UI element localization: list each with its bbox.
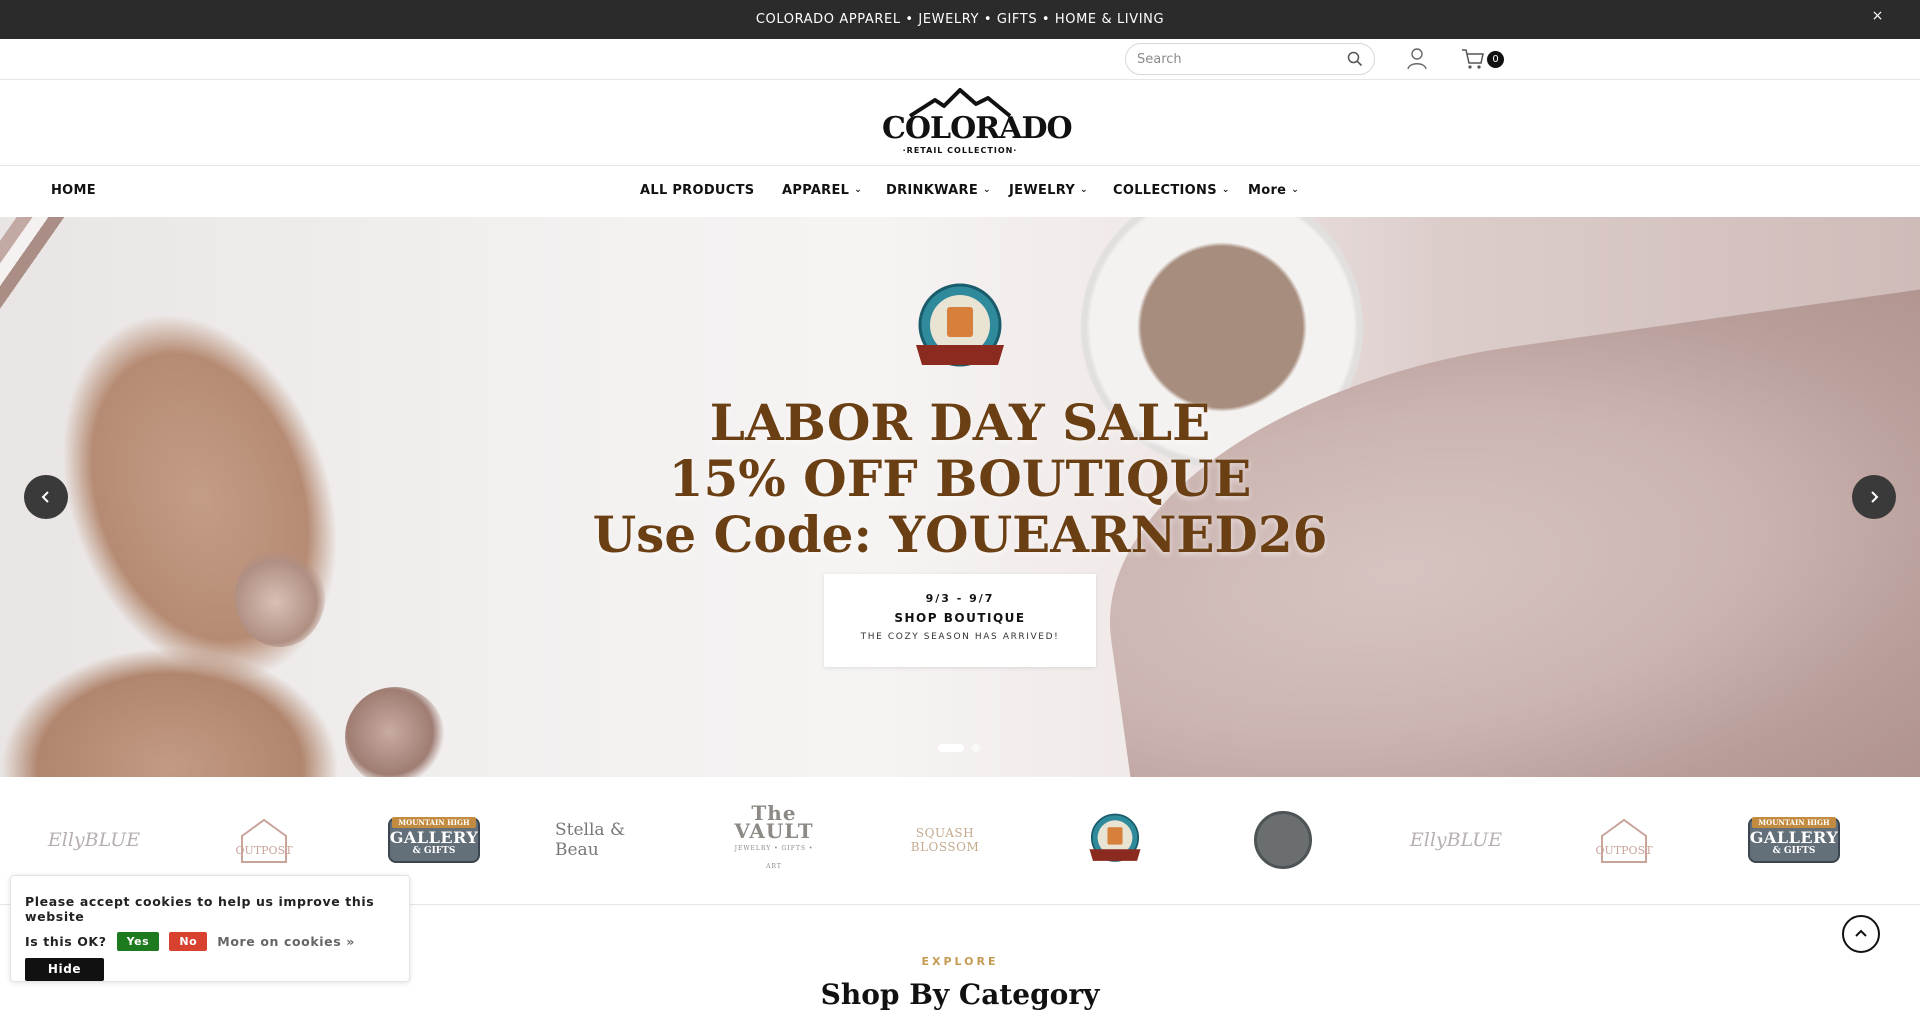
- announcement-bar: COLORADO APPAREL • JEWELRY • GIFTS • HOM…: [0, 0, 1920, 39]
- chevron-down-icon: ⌄: [1221, 184, 1230, 195]
- utility-bar: 0: [0, 39, 1920, 80]
- trading-post-badge: [910, 279, 1010, 379]
- chevron-down-icon: ⌄: [1080, 184, 1088, 195]
- cookie-yes-button[interactable]: Yes: [116, 932, 160, 951]
- chevron-down-icon: ⌄: [983, 184, 991, 195]
- nav-apparel[interactable]: APPAREL ⌄: [782, 183, 862, 198]
- search-box: [1125, 43, 1375, 75]
- cart-count-badge: 0: [1487, 51, 1504, 68]
- brand-logo-ellyblue[interactable]: EllyBLUE: [1410, 809, 1502, 871]
- chevron-down-icon: ⌄: [1291, 184, 1300, 195]
- cookie-no-button[interactable]: No: [169, 932, 208, 951]
- more-on-cookies-link[interactable]: More on cookies »: [217, 934, 355, 949]
- hero-tagline: THE COZY SEASON HAS ARRIVED!: [860, 632, 1060, 642]
- chevron-right-icon: [1871, 491, 1879, 503]
- cookie-hide-button[interactable]: Hide: [25, 958, 104, 981]
- slider-dots: [938, 744, 980, 752]
- hero-slider: LABOR DAY SALE 15% OFF BOUTIQUE Use Code…: [0, 217, 1920, 777]
- nav-all-products[interactable]: ALL PRODUCTS: [640, 183, 754, 198]
- brand-logo-the-vault[interactable]: The VAULT JEWELRY • GIFTS • ART: [726, 803, 822, 871]
- search-input[interactable]: [1137, 51, 1346, 67]
- chevron-up-icon: [1855, 929, 1867, 937]
- hero-headline: LABOR DAY SALE 15% OFF BOUTIQUE Use Code…: [560, 395, 1360, 563]
- search-icon[interactable]: [1346, 50, 1364, 68]
- nav-home[interactable]: HOME: [51, 183, 96, 198]
- nav-drinkware[interactable]: DRINKWARE ⌄: [886, 183, 991, 198]
- brand-logo-ellyblue[interactable]: EllyBLUE: [48, 809, 140, 871]
- brand-logo-stella-beau[interactable]: Stella & Beau: [555, 809, 655, 871]
- brand-logo-squash-blossom[interactable]: SQUASH BLOSSOM: [895, 809, 995, 871]
- announcement-text: COLORADO APPAREL • JEWELRY • GIFTS • HOM…: [755, 12, 1165, 27]
- brand-logo-manitou-outpost[interactable]: OUTPOST: [218, 809, 310, 871]
- slider-prev-button[interactable]: [24, 475, 68, 519]
- sale-dates: 9/3 - 9/7: [925, 592, 995, 605]
- acorn-image: [235, 547, 325, 647]
- brand-logo-mountain-high-gallery[interactable]: MOUNTAIN HIGH GALLERY & GIFTS: [1748, 809, 1840, 871]
- site-logo[interactable]: COLORADO ·RETAIL COLLECTION·: [880, 86, 1073, 160]
- close-icon[interactable]: ×: [1872, 8, 1884, 24]
- mountain-high-gallery-logo: MOUNTAIN HIGH GALLERY & GIFTS: [388, 816, 480, 863]
- nav-more[interactable]: More ⌄: [1248, 183, 1299, 198]
- nav-jewelry[interactable]: JEWELRY ⌄: [1009, 183, 1088, 198]
- brand-logo-mountain-high-gallery[interactable]: MOUNTAIN HIGH GALLERY & GIFTS: [388, 809, 480, 871]
- svg-text:OUTPOST: OUTPOST: [1596, 844, 1654, 857]
- cookie-question: Is this OK?: [25, 934, 107, 949]
- trading-post-logo: [1089, 813, 1141, 862]
- svg-text:OUTPOST: OUTPOST: [236, 844, 294, 857]
- acorn-image: [345, 687, 445, 777]
- brand-logo-trading-post[interactable]: [1085, 809, 1145, 871]
- logo-wordmark: COLORADO: [882, 111, 1073, 146]
- cookie-banner: Please accept cookies to help us improve…: [10, 875, 410, 982]
- hero-cta-card[interactable]: 9/3 - 9/7 SHOP BOUTIQUE THE COZY SEASON …: [824, 574, 1096, 667]
- mountain-high-sportswear-logo: [1254, 811, 1312, 869]
- cart-icon[interactable]: [1461, 47, 1485, 71]
- chevron-left-icon: [41, 491, 49, 503]
- account-icon[interactable]: [1406, 47, 1428, 71]
- mountain-high-gallery-logo: MOUNTAIN HIGH GALLERY & GIFTS: [1748, 816, 1840, 863]
- manitou-outpost-logo: OUTPOST: [1596, 818, 1654, 863]
- slider-dot-1[interactable]: [938, 744, 964, 752]
- main-nav: HOME ALL PRODUCTS APPAREL ⌄ DRINKWARE ⌄ JE…: [0, 166, 1920, 217]
- brand-logo-manitou-outpost[interactable]: OUTPOST: [1578, 809, 1670, 871]
- logo-tagline: ·RETAIL COLLECTION·: [902, 146, 1018, 155]
- hero-line-1: LABOR DAY SALE: [709, 393, 1211, 452]
- oak-leaf-image: [0, 647, 340, 777]
- slider-next-button[interactable]: [1852, 475, 1896, 519]
- chevron-down-icon: ⌄: [854, 184, 863, 195]
- brand-logo-mountain-high-sportswear[interactable]: [1253, 809, 1313, 871]
- manitou-outpost-logo: OUTPOST: [236, 818, 294, 863]
- hero-line-2: 15% OFF BOUTIQUE: [668, 449, 1252, 508]
- cookie-message: Please accept cookies to help us improve…: [25, 894, 375, 924]
- section-title: Shop By Category: [820, 978, 1100, 1011]
- slider-dot-2[interactable]: [972, 744, 980, 752]
- hero-line-3: Use Code: YOUEARNED26: [592, 505, 1328, 564]
- nav-collections[interactable]: COLLECTIONS ⌄: [1113, 183, 1230, 198]
- back-to-top-button[interactable]: [1842, 915, 1880, 953]
- shop-boutique-link[interactable]: SHOP BOUTIQUE: [824, 611, 1096, 625]
- logo-header: COLORADO ·RETAIL COLLECTION·: [0, 81, 1920, 166]
